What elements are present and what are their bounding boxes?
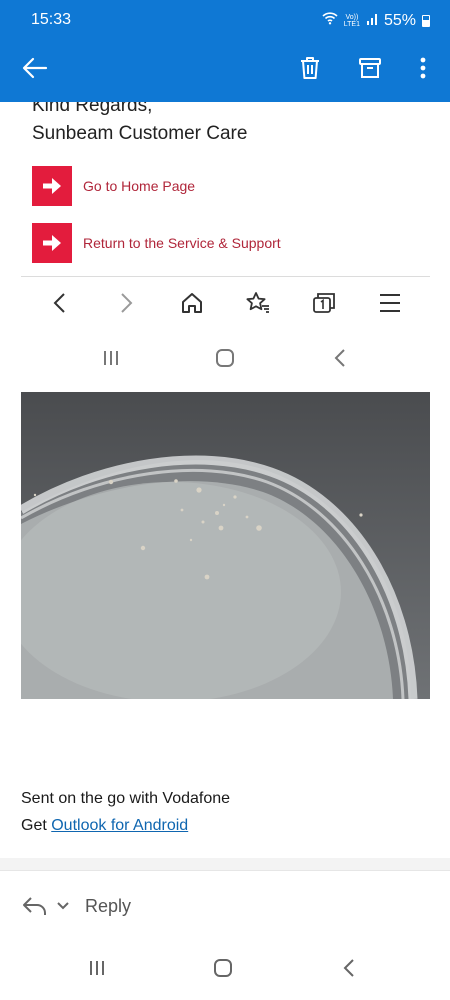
chevron-down-icon <box>57 902 69 910</box>
back-nav-button[interactable] <box>334 954 364 982</box>
embedded-system-nav <box>0 338 450 378</box>
photo-content <box>21 392 430 699</box>
signature-prefix: Get <box>21 817 52 834</box>
home-page-link[interactable]: Go to Home Page <box>32 166 195 206</box>
back-button[interactable] <box>17 50 53 86</box>
recents-button[interactable] <box>82 954 112 982</box>
home-page-link-label[interactable]: Go to Home Page <box>83 178 195 194</box>
browser-forward-icon <box>111 288 141 318</box>
back-icon <box>343 959 354 977</box>
reply-button[interactable]: Reply <box>85 896 131 917</box>
outlook-for-android-link[interactable]: Outlook for Android <box>51 817 188 834</box>
lte-label: LTE1 <box>343 20 360 28</box>
recents-icon <box>96 344 126 372</box>
back-icon <box>325 344 355 372</box>
battery-percent: 55% <box>383 11 416 29</box>
app-bar: 15:33 Vo)) LTE1 55% <box>0 0 450 102</box>
service-support-link-label[interactable]: Return to the Service & Support <box>83 235 281 251</box>
status-time: 15:33 <box>31 11 72 28</box>
volte-label: Vo)) <box>345 13 359 21</box>
more-vertical-icon <box>420 57 426 79</box>
signature-line-2: Get Outlook for Android <box>21 817 188 835</box>
card-separator <box>0 858 450 870</box>
service-support-link[interactable]: Return to the Service & Support <box>32 223 281 263</box>
trash-icon <box>301 57 319 79</box>
archive-icon <box>359 58 381 78</box>
arrow-right-icon <box>32 223 72 263</box>
browser-tabs-icon <box>309 288 339 318</box>
delete-button[interactable] <box>292 50 328 86</box>
signal-icon <box>366 12 378 30</box>
browser-menu-icon <box>375 288 405 318</box>
browser-back-icon <box>45 288 75 318</box>
status-icons: Vo)) LTE1 55% <box>322 11 430 30</box>
arrow-right-icon <box>32 166 72 206</box>
network-type: Vo)) LTE1 <box>344 14 360 28</box>
divider <box>21 276 430 277</box>
signoff-line-2: Sunbeam Customer Care <box>32 123 248 144</box>
device-navigation-bar <box>0 948 450 988</box>
more-options-button[interactable] <box>405 50 441 86</box>
reply-bar: Reply <box>0 870 450 943</box>
arrow-left-icon <box>22 57 48 79</box>
attached-photo[interactable] <box>21 392 430 699</box>
embedded-browser-nav <box>21 278 430 328</box>
browser-bookmarks-icon <box>243 288 273 318</box>
home-button[interactable] <box>208 954 238 982</box>
signature-line-1: Sent on the go with Vodafone <box>21 790 231 807</box>
archive-button[interactable] <box>352 50 388 86</box>
home-icon <box>210 344 240 372</box>
recents-icon <box>90 961 104 975</box>
browser-home-icon <box>177 288 207 318</box>
wifi-icon <box>322 11 338 30</box>
battery-icon <box>422 14 430 27</box>
reply-icon <box>23 897 46 915</box>
reply-options-button[interactable] <box>22 895 70 917</box>
home-icon <box>214 959 232 977</box>
